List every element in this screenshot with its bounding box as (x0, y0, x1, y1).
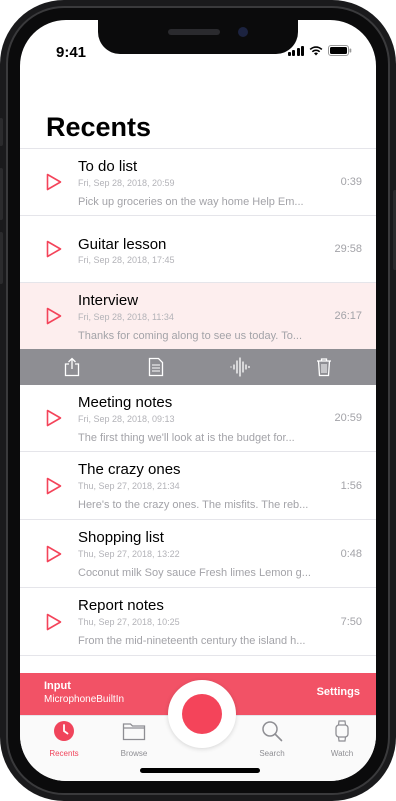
tab-label: Recents (49, 749, 79, 758)
recording-duration: 0:48 (340, 547, 362, 560)
play-icon[interactable] (46, 385, 62, 451)
recording-snippet: Pick up groceries on the way home Help E… (78, 196, 304, 208)
tab-recents[interactable]: Recents (34, 720, 94, 758)
document-icon[interactable] (136, 349, 176, 385)
recording-date: Fri, Sep 28, 2018, 17:45 (78, 255, 175, 265)
recording-name: Shopping list (78, 529, 164, 546)
recording-date: Fri, Sep 28, 2018, 11:34 (78, 312, 174, 322)
recording-date: Fri, Sep 28, 2018, 20:59 (78, 178, 175, 188)
page-title: Recents (46, 112, 152, 142)
recording-row-selected[interactable]: Interview Fri, Sep 28, 2018, 11:34 Thank… (20, 282, 376, 349)
status-time: 9:41 (56, 44, 87, 61)
speaker-grille (168, 29, 220, 35)
phone-frame: 9:41 Recents To do list Fri, Sep 28, 201… (0, 0, 396, 801)
recording-date: Thu, Sep 27, 2018, 10:25 (78, 617, 180, 627)
recording-name: Report notes (78, 597, 164, 614)
input-device[interactable]: MicrophoneBuiltIn (44, 694, 124, 705)
recording-snippet: Thanks for coming along to see us today.… (78, 330, 302, 342)
wifi-icon (309, 45, 323, 56)
home-indicator[interactable] (140, 768, 260, 773)
recording-name: Meeting notes (78, 394, 173, 411)
volume-up-button (0, 168, 3, 220)
recording-snippet: Coconut milk Soy sauce Fresh limes Lemon… (78, 567, 311, 579)
play-icon[interactable] (46, 283, 62, 349)
input-label: Input (44, 680, 71, 692)
recording-name: Interview (78, 292, 139, 309)
clock-icon (53, 720, 75, 747)
recording-snippet: From the mid-nineteenth century the isla… (78, 635, 306, 647)
recording-date: Thu, Sep 27, 2018, 21:34 (78, 481, 180, 491)
play-icon[interactable] (46, 588, 62, 655)
recording-duration: 7:50 (340, 615, 362, 628)
recording-row[interactable]: Meeting notes Fri, Sep 28, 2018, 09:13 T… (20, 385, 376, 451)
recording-snippet: The first thing we'll look at is the bud… (78, 432, 295, 444)
tab-label: Browse (120, 749, 148, 758)
record-button[interactable] (168, 680, 236, 748)
play-icon[interactable] (46, 216, 62, 282)
volume-down-button (0, 232, 3, 284)
notch (98, 20, 298, 54)
recording-row[interactable]: Guitar lesson Fri, Sep 28, 2018, 17:45 2… (20, 215, 376, 282)
recording-duration: 0:39 (340, 176, 362, 188)
recording-row[interactable]: Report notes Thu, Sep 27, 2018, 10:25 Fr… (20, 587, 376, 656)
recording-duration: 20:59 (334, 412, 362, 424)
recording-row[interactable]: To do list Fri, Sep 28, 2018, 20:59 Pick… (20, 148, 376, 215)
recording-duration: 1:56 (340, 479, 362, 492)
tab-browse[interactable]: Browse (104, 720, 164, 758)
recording-row[interactable]: Shopping list Thu, Sep 27, 2018, 13:22 C… (20, 519, 376, 587)
status-icons (287, 45, 353, 56)
action-toolbar (20, 349, 376, 385)
screen: 9:41 Recents To do list Fri, Sep 28, 201… (20, 20, 376, 781)
search-icon (261, 720, 283, 747)
waveform-icon[interactable] (220, 349, 260, 385)
play-icon[interactable] (46, 452, 62, 519)
recordings-list: To do list Fri, Sep 28, 2018, 20:59 Pick… (20, 148, 376, 656)
recording-name: Guitar lesson (78, 236, 167, 253)
play-icon[interactable] (46, 149, 62, 215)
play-icon[interactable] (46, 520, 62, 587)
recording-snippet: Here's to the crazy ones. The misfits. T… (78, 499, 309, 511)
recording-duration: 26:17 (334, 310, 362, 322)
trash-icon[interactable] (304, 349, 344, 385)
tab-label: Search (259, 749, 285, 758)
share-icon[interactable] (52, 349, 92, 385)
record-icon (182, 694, 222, 734)
settings-button[interactable]: Settings (317, 686, 360, 698)
recording-date: Fri, Sep 28, 2018, 09:13 (78, 414, 175, 424)
silent-switch (0, 118, 3, 146)
tab-watch[interactable]: Watch (312, 720, 372, 758)
watch-icon (334, 720, 350, 747)
recording-name: To do list (78, 158, 138, 175)
folder-icon (122, 720, 146, 747)
battery-icon (328, 45, 352, 56)
tab-search[interactable]: Search (242, 720, 302, 758)
recording-name: The crazy ones (78, 461, 181, 478)
recording-date: Thu, Sep 27, 2018, 13:22 (78, 549, 180, 559)
front-camera (238, 27, 248, 37)
recording-duration: 29:58 (334, 243, 362, 255)
tab-label: Watch (330, 749, 354, 758)
recording-row[interactable]: The crazy ones Thu, Sep 27, 2018, 21:34 … (20, 451, 376, 519)
